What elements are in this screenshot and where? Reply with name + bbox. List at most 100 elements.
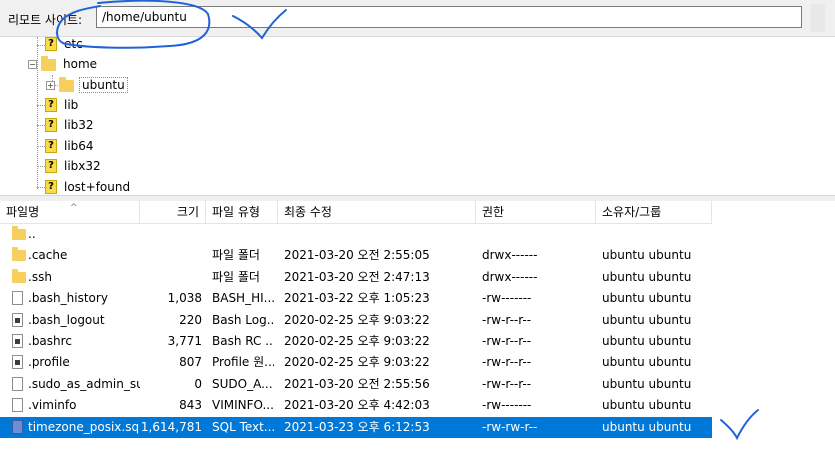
file-permissions: -rw------- (482, 291, 532, 306)
file-permissions (482, 224, 592, 245)
tree-item-label: lib64 (64, 139, 94, 153)
file-size (140, 267, 202, 288)
file-name: .profile (28, 355, 70, 370)
tree-item-lib64[interactable]: ? lib64 (45, 136, 96, 156)
file-row[interactable]: .viminfo 843 VIMINFO... 2021-03-20 오후 4:42:… (0, 395, 712, 416)
column-header-modified[interactable]: 최종 수정 (278, 201, 476, 223)
collapse-icon[interactable]: − (28, 59, 37, 69)
file-name: .bashrc (28, 334, 72, 348)
file-size: 3,771 (167, 334, 202, 348)
folder-icon (12, 226, 26, 240)
file-size: 1,614,781 (140, 419, 202, 434)
tree-item-lib32[interactable]: ? lib32 (45, 115, 96, 135)
remote-directory-tree[interactable]: ? etc − home + ubuntu ? lib ? lib32 ? li… (0, 37, 835, 195)
file-type: Bash Log... (212, 312, 274, 327)
path-dropdown-area[interactable] (811, 4, 825, 32)
file-list-header: 파일명 ^ 크기 파일 유형 최종 수정 권한 소유자/그룹 (0, 201, 712, 224)
file-owner: ubuntu ubuntu (602, 376, 692, 391)
tree-connector-line (37, 166, 45, 167)
file-type (212, 224, 274, 245)
tree-item-libx32[interactable]: ? libx32 (45, 156, 103, 176)
file-size: 1,038 (167, 291, 202, 306)
remote-site-label: 리모트 사이트: (8, 13, 83, 27)
file-permissions: drwx------ (482, 269, 538, 284)
file-permissions: -rw-r--r-- (482, 312, 532, 327)
tree-item-label: etc (64, 37, 83, 51)
file-owner (602, 224, 710, 245)
file-type: SQL Text... (212, 419, 274, 434)
file-type: BASH_HI... (212, 291, 274, 306)
unknown-folder-icon: ? (45, 159, 57, 173)
column-header-owner[interactable]: 소유자/그룹 (596, 201, 712, 223)
file-name: .bash_logout (28, 312, 105, 327)
expand-icon[interactable]: + (46, 80, 55, 90)
file-owner: ubuntu ubuntu (602, 291, 692, 306)
file-permissions: -rw-r--r-- (482, 334, 532, 348)
file-type: VIMINFO... (212, 398, 274, 413)
tree-connector-line (37, 187, 45, 188)
folder-icon (12, 247, 26, 262)
file-row[interactable]: .profile 807 Profile 원... 2020-02-25 오후 9:0… (0, 352, 712, 373)
sort-ascending-icon: ^ (70, 203, 78, 213)
folder-icon (59, 77, 74, 92)
file-row[interactable]: .. (0, 224, 712, 245)
file-row[interactable]: .bash_history 1,038 BASH_HI... 2021-03-22 오… (0, 288, 712, 309)
file-name: .. (28, 227, 36, 241)
tree-connector-line (37, 146, 45, 147)
file-modified: 2020-02-25 오후 9:03:22 (284, 355, 430, 370)
file-row-selected[interactable]: timezone_posix.sql 1,614,781 SQL Text... 20… (0, 416, 712, 438)
file-row[interactable]: .ssh 파일 폴더 2021-03-20 오전 2:47:13 drwx------… (0, 267, 712, 288)
file-row[interactable]: .bash_logout 220 Bash Log... 2020-02-25 오후 … (0, 310, 712, 331)
unknown-folder-icon: ? (45, 98, 57, 112)
tree-connector-line (37, 105, 45, 106)
tree-item-lib[interactable]: ? lib (45, 95, 80, 115)
unknown-folder-icon: ? (45, 139, 57, 153)
tree-item-etc[interactable]: ? etc (45, 37, 85, 54)
tree-item-label: lost+found (64, 180, 131, 194)
file-permissions: -rw-rw-r-- (482, 419, 538, 434)
file-owner: ubuntu ubuntu (602, 419, 692, 434)
file-modified (284, 224, 474, 245)
file-size: 0 (194, 376, 202, 391)
file-owner: ubuntu ubuntu (602, 334, 692, 348)
file-row[interactable]: .cache 파일 폴더 2021-03-20 오전 2:55:05 drwx----… (0, 245, 712, 266)
file-size (140, 224, 202, 245)
tree-item-label: libx32 (64, 159, 101, 173)
tree-item-lost-found[interactable]: ? lost+found (45, 177, 132, 195)
tree-item-label: lib32 (64, 118, 94, 132)
tree-item-home[interactable]: − home (28, 54, 99, 74)
file-modified: 2020-02-25 오후 9:03:22 (284, 312, 430, 327)
file-owner: ubuntu ubuntu (602, 269, 692, 284)
tree-connector-line (37, 125, 45, 126)
tree-item-label: ubuntu (79, 77, 128, 93)
file-modified: 2021-03-20 오전 2:55:05 (284, 248, 430, 263)
tree-item-ubuntu[interactable]: + ubuntu (46, 75, 128, 95)
column-header-name[interactable]: 파일명 ^ (0, 201, 140, 223)
column-header-permissions[interactable]: 권한 (476, 201, 596, 223)
file-modified: 2020-02-25 오후 9:03:22 (284, 334, 430, 348)
document-file-icon (12, 334, 23, 348)
file-modified: 2021-03-20 오전 2:47:13 (284, 269, 430, 284)
file-owner: ubuntu ubuntu (602, 312, 692, 327)
file-modified: 2021-03-22 오후 1:05:23 (284, 291, 430, 306)
file-icon (12, 376, 23, 391)
sql-file-icon (12, 419, 23, 434)
column-header-label: 파일명 (6, 205, 40, 219)
file-permissions: -rw-r--r-- (482, 376, 532, 391)
file-row[interactable]: .bashrc 3,771 Bash RC ... 2020-02-25 오후 9:0… (0, 331, 712, 352)
remote-site-bar: 리모트 사이트: (0, 0, 835, 37)
file-owner: ubuntu ubuntu (602, 355, 692, 370)
column-header-size[interactable]: 크기 (140, 201, 206, 223)
remote-path-input[interactable] (96, 6, 802, 28)
file-owner: ubuntu ubuntu (602, 398, 692, 413)
file-modified: 2021-03-20 오후 4:42:03 (284, 398, 430, 413)
remote-file-list[interactable]: 파일명 ^ 크기 파일 유형 최종 수정 권한 소유자/그룹 .. .cache 파… (0, 201, 835, 466)
file-name: .cache (28, 248, 68, 263)
file-row[interactable]: .sudo_as_admin_su... 0 SUDO_A... 2021-03-20… (0, 374, 712, 395)
file-type: SUDO_A... (212, 376, 273, 391)
file-type: Profile 원... (212, 355, 274, 370)
column-header-type[interactable]: 파일 유형 (206, 201, 278, 223)
file-type: Bash RC ... (212, 334, 274, 348)
unknown-folder-icon: ? (45, 180, 57, 194)
file-type: 파일 폴더 (212, 248, 260, 263)
